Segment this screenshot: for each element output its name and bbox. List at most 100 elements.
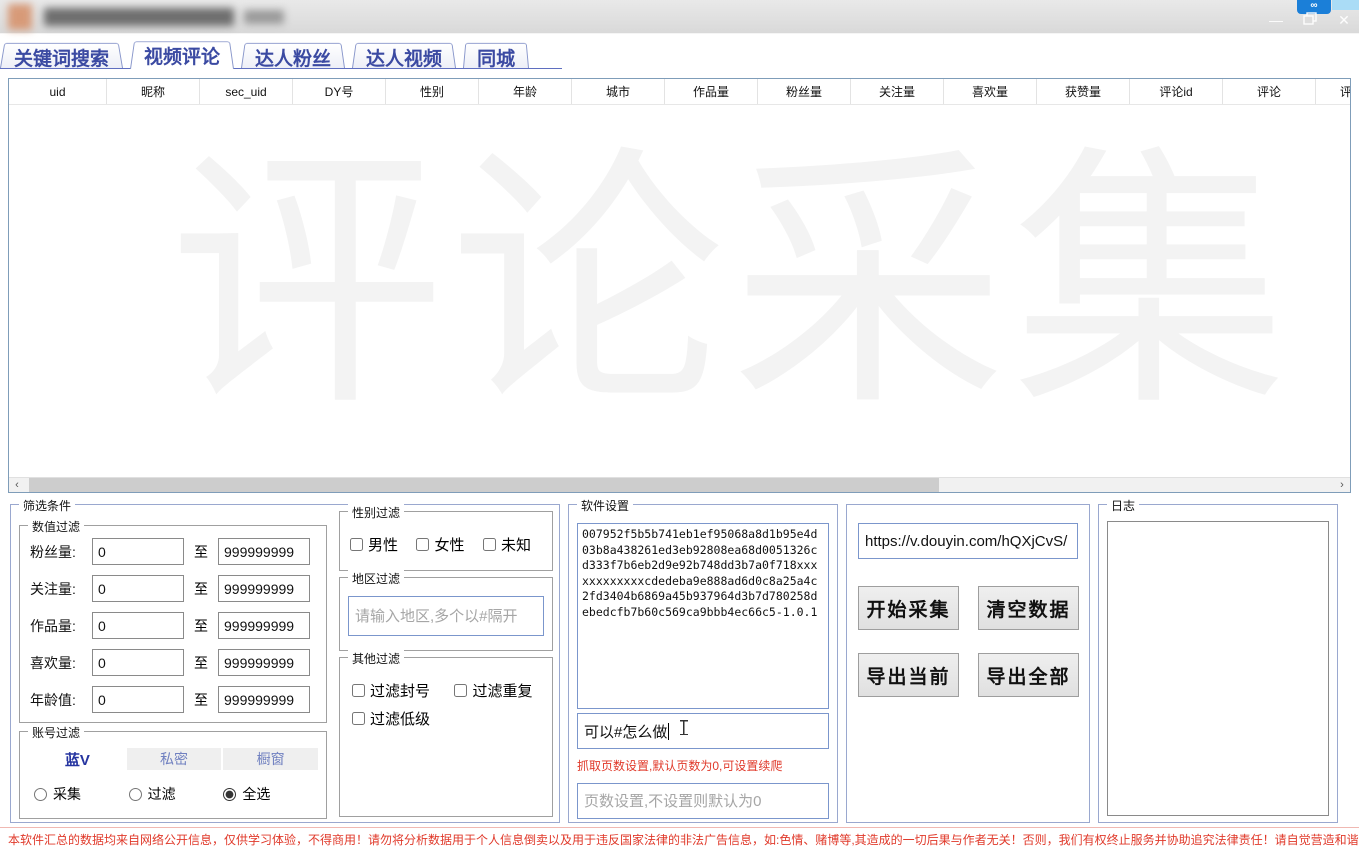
segment-showcase[interactable]: 橱窗	[223, 748, 318, 770]
checkbox-filter-duplicate[interactable]: 过滤重复	[454, 680, 532, 701]
horizontal-scrollbar[interactable]: ‹ ›	[9, 477, 1350, 492]
log-output[interactable]	[1107, 521, 1329, 816]
radio-select-all-input[interactable]	[223, 788, 236, 801]
to-label: 至	[184, 653, 218, 673]
radio-collect-label: 采集	[53, 784, 81, 804]
keyword-input[interactable]: 可以#怎么做	[577, 713, 829, 749]
export-all-button[interactable]: 导出全部	[978, 653, 1079, 697]
watermark-text: 评论采集	[169, 105, 1293, 458]
table-body-empty: 评论采集	[9, 105, 1350, 478]
account-filter-title: 账号过滤	[28, 724, 84, 741]
works-max-input[interactable]	[218, 612, 310, 639]
col-comment-id[interactable]: 评论id	[1130, 79, 1223, 104]
video-url-input[interactable]	[858, 523, 1078, 559]
col-age[interactable]: 年龄	[479, 79, 572, 104]
window-title-blurred	[44, 8, 234, 26]
col-sec-uid[interactable]: sec_uid	[200, 79, 293, 104]
col-praised-count[interactable]: 获赞量	[1037, 79, 1130, 104]
age-min-input[interactable]	[92, 686, 184, 713]
likes-min-input[interactable]	[92, 649, 184, 676]
table-header-row: uid 昵称 sec_uid DY号 性别 年龄 城市 作品量 粉丝量 关注量 …	[9, 79, 1350, 105]
badge-glyph-icon: ∞	[1310, 0, 1317, 11]
tab-video-comments[interactable]: 视频评论	[130, 39, 234, 69]
radio-filter[interactable]: 过滤	[129, 784, 224, 804]
scrollbar-thumb[interactable]	[29, 478, 939, 493]
fans-min-input[interactable]	[92, 538, 184, 565]
region-filter-group: 地区过滤	[339, 577, 553, 651]
checkbox-male-label: 男性	[368, 534, 398, 555]
titlebar-blue-strip	[1332, 0, 1359, 10]
window-title-blurred-2	[244, 10, 284, 24]
radio-filter-label: 过滤	[148, 784, 176, 804]
tab-same-city[interactable]: 同城	[463, 41, 529, 68]
checkbox-unknown[interactable]: 未知	[483, 534, 531, 555]
age-max-input[interactable]	[218, 686, 310, 713]
other-filter-group: 其他过滤 过滤封号 过滤重复 过滤低级	[339, 657, 553, 817]
likes-max-input[interactable]	[218, 649, 310, 676]
to-label: 至	[184, 690, 218, 710]
text-caret	[668, 723, 669, 740]
segment-private[interactable]: 私密	[127, 748, 222, 770]
radio-select-all-label: 全选	[242, 784, 270, 804]
page-count-input[interactable]	[577, 783, 829, 819]
follow-min-input[interactable]	[92, 575, 184, 602]
col-likes-count[interactable]: 喜欢量	[944, 79, 1037, 104]
col-comment[interactable]: 评论	[1223, 79, 1316, 104]
fans-max-input[interactable]	[218, 538, 310, 565]
checkbox-male-input[interactable]	[350, 538, 363, 551]
checkbox-filter-duplicate-input[interactable]	[454, 684, 467, 697]
radio-select-all[interactable]: 全选	[223, 784, 318, 804]
checkbox-filter-duplicate-label: 过滤重复	[472, 680, 532, 701]
col-dy-id[interactable]: DY号	[293, 79, 386, 104]
ibeam-cursor	[680, 720, 688, 735]
segment-blue-v[interactable]: 蓝V	[30, 748, 125, 770]
col-nickname[interactable]: 昵称	[107, 79, 200, 104]
likes-count-label: 喜欢量:	[30, 653, 92, 673]
gender-filter-group: 性别过滤 男性 女性 未知	[339, 511, 553, 571]
clear-data-button[interactable]: 清空数据	[978, 586, 1079, 630]
keyword-input-value: 可以#怎么做	[584, 721, 667, 742]
account-type-segments: 蓝V 私密 橱窗	[28, 748, 318, 770]
col-works-count[interactable]: 作品量	[665, 79, 758, 104]
checkbox-filter-lowgrade[interactable]: 过滤低级	[352, 708, 430, 729]
minimize-icon[interactable]: —	[1267, 12, 1285, 28]
restore-icon[interactable]	[1301, 12, 1319, 28]
log-panel: 日志	[1098, 504, 1338, 823]
col-fans-count[interactable]: 粉丝量	[758, 79, 851, 104]
filter-panel-title: 筛选条件	[19, 497, 75, 514]
close-icon[interactable]: ✕	[1335, 12, 1353, 28]
radio-collect[interactable]: 采集	[34, 784, 129, 804]
age-value-label: 年龄值:	[30, 690, 92, 710]
checkbox-female[interactable]: 女性	[416, 534, 464, 555]
col-uid[interactable]: uid	[9, 79, 107, 104]
checkbox-unknown-input[interactable]	[483, 538, 496, 551]
col-follow-count[interactable]: 关注量	[851, 79, 944, 104]
follow-count-label: 关注量:	[30, 579, 92, 599]
checkbox-female-input[interactable]	[416, 538, 429, 551]
works-min-input[interactable]	[92, 612, 184, 639]
software-settings-panel: 软件设置 007952f5b5b741eb1ef95068a8d1b95e4d0…	[568, 504, 838, 823]
start-collect-button[interactable]: 开始采集	[858, 586, 959, 630]
checkbox-unknown-label: 未知	[501, 534, 531, 555]
scroll-left-icon[interactable]: ‹	[9, 478, 25, 493]
checkbox-filter-banned-input[interactable]	[352, 684, 365, 697]
follow-max-input[interactable]	[218, 575, 310, 602]
tab-influencer-videos[interactable]: 达人视频	[352, 41, 456, 68]
checkbox-filter-lowgrade-label: 过滤低级	[370, 708, 430, 729]
radio-filter-input[interactable]	[129, 788, 142, 801]
numeric-filter-title: 数值过滤	[28, 518, 84, 535]
checkbox-filter-lowgrade-input[interactable]	[352, 712, 365, 725]
export-current-button[interactable]: 导出当前	[858, 653, 959, 697]
col-comment-time-partial[interactable]: 评论时间	[1316, 79, 1351, 104]
col-gender[interactable]: 性别	[386, 79, 479, 104]
col-city[interactable]: 城市	[572, 79, 665, 104]
tab-influencer-fans[interactable]: 达人粉丝	[241, 41, 345, 68]
checkbox-filter-banned[interactable]: 过滤封号	[352, 680, 430, 701]
action-panel: 开始采集 清空数据 导出当前 导出全部	[846, 504, 1090, 823]
token-textarea[interactable]: 007952f5b5b741eb1ef95068a8d1b95e4d03b8a4…	[577, 523, 829, 709]
radio-collect-input[interactable]	[34, 788, 47, 801]
tab-keyword-search[interactable]: 关键词搜索	[0, 41, 123, 68]
region-input[interactable]	[348, 596, 544, 636]
checkbox-male[interactable]: 男性	[350, 534, 398, 555]
scroll-right-icon[interactable]: ›	[1334, 478, 1350, 493]
